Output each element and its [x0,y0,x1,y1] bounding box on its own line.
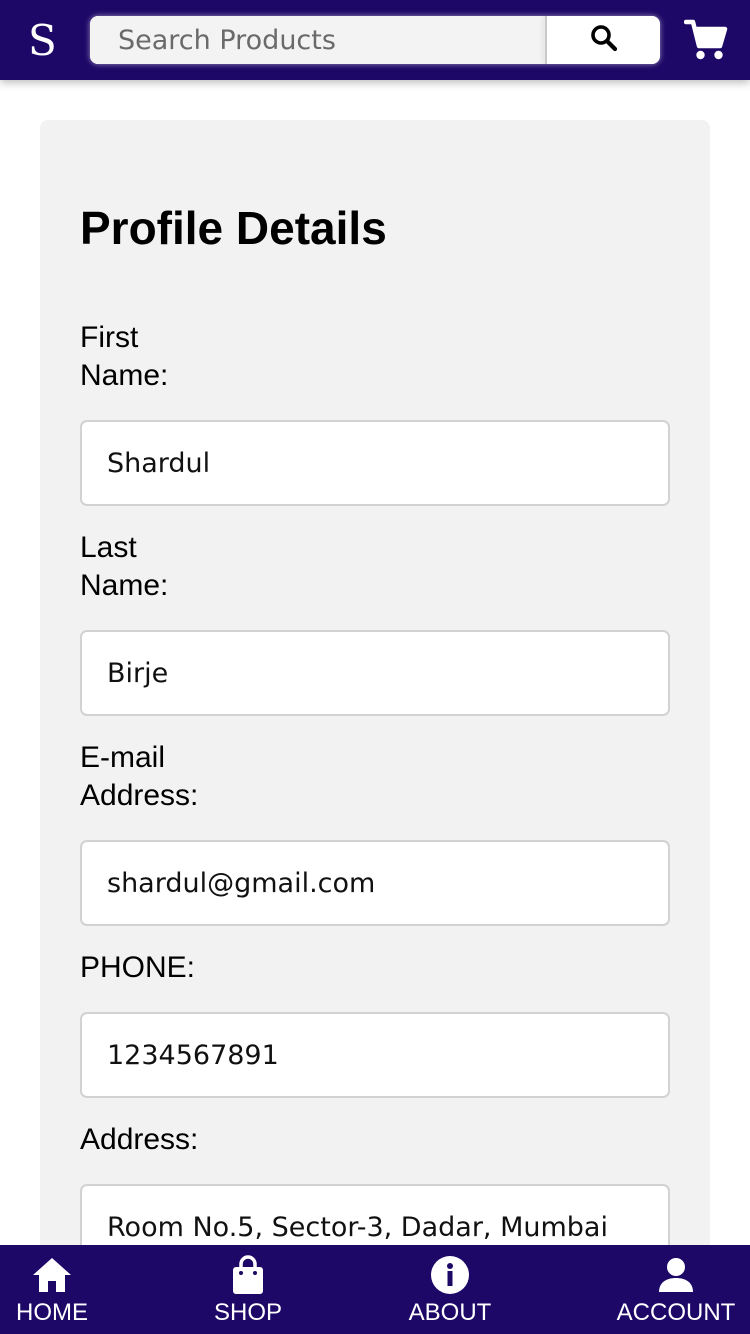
nav-label-about: ABOUT [408,1299,492,1326]
cart-icon [683,19,728,66]
nav-label-home: HOME [16,1299,88,1326]
cart-button[interactable] [683,18,728,62]
shopping-bag-icon [230,1255,266,1295]
last-name-value: Birje [107,657,169,689]
phone-value: 1234567891 [107,1039,279,1071]
nav-item-home[interactable]: HOME [14,1245,90,1334]
info-icon [430,1255,470,1295]
first-name-field[interactable]: Shardul [80,420,670,506]
nav-label-shop: SHOP [213,1299,282,1326]
last-name-field[interactable]: Birje [80,630,670,716]
home-icon [31,1255,73,1295]
first-name-label: First Name: [80,319,280,395]
search-bar [90,16,660,64]
email-field[interactable]: shardul@gmail.com [80,840,670,926]
search-icon [589,23,619,58]
last-name-label-line1: Last [80,531,137,564]
address-label: Address: [80,1123,199,1156]
profile-card: Profile Details First Name: Shardul Last… [40,120,710,1320]
logo[interactable]: S [28,18,60,64]
email-label-line1: E-mail [80,741,166,774]
search-button[interactable] [547,16,660,64]
nav-item-shop[interactable]: SHOP [210,1245,286,1334]
page-title: Profile Details [80,202,387,254]
nav-label-account: ACCOUNT [616,1299,736,1326]
first-name-label-line1: First [80,321,139,354]
bottom-navigation: HOME SHOP ABOUT ACCOUNT [0,1245,750,1334]
email-value: shardul@gmail.com [107,867,376,899]
search-input[interactable] [90,16,545,64]
last-name-label-line2: Name: [80,569,169,602]
person-icon [657,1255,695,1295]
first-name-label-line2: Name: [80,359,169,392]
email-label: E-mail Address: [80,739,280,815]
first-name-value: Shardul [107,447,211,479]
last-name-label: Last Name: [80,529,280,605]
email-label-line2: Address: [80,779,199,812]
nav-item-account[interactable]: ACCOUNT [616,1245,736,1334]
phone-field[interactable]: 1234567891 [80,1012,670,1098]
phone-label: PHONE: [80,951,196,984]
nav-item-about[interactable]: ABOUT [408,1245,492,1334]
app: S Search Products Profile Details First … [0,0,750,1334]
top-app-bar: S [0,0,750,80]
address-value: Room No.5, Sector-3, Dadar, Mumbai [107,1211,608,1243]
